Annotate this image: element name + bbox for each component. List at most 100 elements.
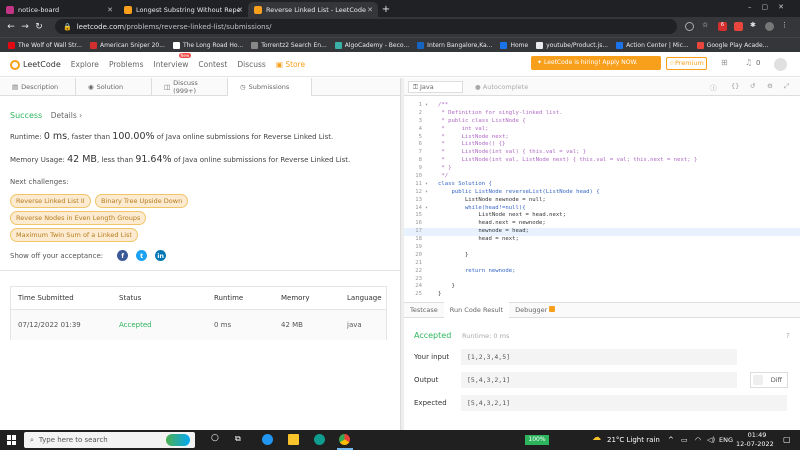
code-line[interactable]: 24 } — [404, 283, 800, 291]
extension-icon[interactable] — [734, 22, 743, 31]
challenge-tag[interactable]: Maximum Twin Sum of a Linked List — [10, 228, 138, 242]
profile-avatar[interactable] — [765, 22, 774, 31]
table-header[interactable]: Status — [119, 287, 141, 309]
linkedin-icon[interactable]: in — [155, 250, 167, 261]
code-line[interactable]: 3 * public class ListNode { — [404, 118, 800, 126]
diff-toggle[interactable]: Diff — [750, 372, 788, 388]
leetcode-logo[interactable]: LeetCode — [23, 60, 61, 69]
bookmark[interactable]: The Wolf of Wall Str... — [8, 41, 82, 49]
code-line[interactable]: 11 ▾ class Solution { — [404, 181, 800, 189]
language-select[interactable]: ⚿ Java — [408, 80, 463, 93]
user-avatar[interactable] — [774, 58, 787, 71]
language-indicator[interactable]: ENG — [719, 436, 733, 444]
code-line[interactable]: 18 head = next; — [404, 236, 800, 244]
fold-arrow-icon[interactable]: ▾ — [425, 205, 428, 213]
table-header[interactable]: Time Submitted — [18, 287, 74, 309]
nav-interview[interactable]: Interview New — [154, 53, 192, 69]
share-icon[interactable] — [685, 22, 694, 31]
bookmark[interactable]: Action Center | Mic... — [616, 41, 689, 49]
search-highlight-icon[interactable] — [166, 434, 190, 446]
extension-icons[interactable]: ☆ 6 ✱ ⋮ — [685, 21, 795, 32]
bookmark[interactable]: The Long Road Ho... — [172, 41, 243, 49]
autocomplete-toggle[interactable]: ● Autocomplete — [475, 83, 528, 91]
nav-problems[interactable]: Problems — [109, 60, 144, 69]
reload-icon[interactable]: ↻ — [32, 22, 46, 32]
network-icon[interactable]: ▭ — [681, 436, 688, 444]
fold-arrow-icon[interactable]: ▾ — [425, 102, 428, 110]
code-line[interactable]: 19 — [404, 244, 800, 252]
nav-store[interactable]: ▣ Store — [276, 60, 305, 69]
reset-icon[interactable]: ↺ — [750, 82, 755, 90]
star-icon[interactable]: ☆ — [702, 21, 708, 29]
tab-testcase[interactable]: Testcase — [404, 302, 444, 318]
tab-description[interactable]: ▤ Description — [0, 77, 76, 96]
task-view-icon[interactable]: ⧉ — [235, 434, 246, 445]
table-header[interactable]: Language — [347, 287, 382, 309]
code-line[interactable]: 2 * Definition for singly-linked list. — [404, 110, 800, 118]
weather-text[interactable]: 21°C Light rain — [607, 436, 660, 444]
fold-arrow-icon[interactable]: ▾ — [425, 181, 428, 189]
premium-button[interactable]: ☆Premium — [666, 57, 707, 70]
wifi-icon[interactable]: ◠ — [695, 436, 701, 444]
puzzle-icon[interactable]: ✱ — [750, 21, 756, 29]
puzzle-icon[interactable]: ⊞ — [721, 58, 728, 67]
forward-icon[interactable]: → — [18, 22, 32, 32]
tab-debugger[interactable]: Debugger — [509, 302, 561, 318]
leetcode-logo-icon[interactable] — [10, 59, 20, 70]
code-line[interactable]: 4 * int val; — [404, 126, 800, 134]
code-line[interactable]: 5 * ListNode next; — [404, 134, 800, 142]
bookmark[interactable]: youtube/Product.js... — [536, 41, 608, 49]
cortana-icon[interactable]: ○ — [211, 433, 222, 444]
hiring-banner[interactable]: ✦ LeetCode is hiring! Apply NOW. — [531, 56, 661, 70]
windows-start-icon[interactable] — [7, 435, 17, 445]
help-icon[interactable]: ? — [786, 332, 790, 340]
challenge-tag[interactable]: Reverse Nodes in Even Length Groups — [10, 211, 147, 225]
volume-icon[interactable]: ◁) — [707, 436, 715, 444]
back-icon[interactable]: ← — [4, 22, 18, 32]
challenge-tag[interactable]: Binary Tree Upside Down — [94, 194, 189, 208]
info-icon[interactable]: ⓘ — [710, 82, 717, 92]
settings-icon[interactable]: ⚙ — [767, 82, 773, 90]
browser-tab-active[interactable]: Reverse Linked List - LeetCode ✕ — [248, 2, 378, 17]
browser-tab[interactable]: notice-board ✕ — [0, 2, 118, 17]
bell-icon[interactable]: ♫ — [745, 58, 752, 67]
bookmark[interactable]: Home — [500, 41, 528, 49]
window-controls[interactable]: –▢✕ — [748, 3, 794, 11]
fullscreen-icon[interactable]: ⤢ — [784, 82, 789, 91]
code-line[interactable]: 17 newnode = head; — [404, 228, 800, 237]
extension-icon[interactable]: 6 — [718, 22, 727, 31]
edge-browser-icon[interactable] — [314, 434, 325, 445]
chrome-icon[interactable] — [339, 434, 350, 445]
challenge-tag[interactable]: Reverse Linked List II — [10, 194, 91, 208]
code-line[interactable]: 21 — [404, 260, 800, 268]
taskbar-search[interactable]: ⌕ Type here to search — [24, 432, 195, 448]
code-line[interactable]: 8 * ListNode(int val, ListNode next) { t… — [404, 157, 800, 165]
twitter-icon[interactable]: t — [136, 250, 148, 261]
bookmark[interactable]: AlgoCademy - Beco... — [334, 41, 409, 49]
nav-discuss[interactable]: Discuss — [237, 60, 265, 69]
code-line[interactable]: 25} — [404, 291, 800, 299]
code-line[interactable]: 6 * ListNode() {} — [404, 141, 800, 149]
code-line[interactable]: 1 ▾ /** — [404, 102, 800, 110]
clock-time[interactable]: 01:49 — [744, 431, 770, 439]
menu-icon[interactable]: ⋮ — [781, 21, 788, 29]
tab-submissions[interactable]: ◷ Submissions — [228, 77, 312, 96]
code-line[interactable]: 12 ▾ public ListNode reverseList(ListNode… — [404, 189, 800, 197]
nav-contest[interactable]: Contest — [198, 60, 227, 69]
code-line[interactable]: 22 return newnode; — [404, 268, 800, 276]
nav-explore[interactable]: Explore — [71, 60, 99, 69]
code-editor[interactable]: 1 ▾/** 2 * Definition for singly-linked li… — [404, 96, 800, 302]
code-line[interactable]: 14 ▾ while(head!=null){ — [404, 205, 800, 213]
tab-solution[interactable]: ◉ Solution — [76, 77, 152, 96]
bookmark[interactable]: Intern Bangalore,Ka... — [417, 41, 492, 49]
tray-chevron-icon[interactable]: ^ — [668, 436, 674, 444]
browser-tab[interactable]: Longest Substring Without Repe ✕ — [118, 2, 248, 17]
code-line[interactable]: 16 head.next = newnode; — [404, 220, 800, 228]
close-icon[interactable]: ✕ — [237, 6, 243, 14]
tab-discuss[interactable]: ◫ Discuss (999+) — [152, 77, 228, 96]
status-link[interactable]: Accepted — [119, 309, 152, 341]
code-line[interactable]: 9 * } — [404, 165, 800, 173]
table-header[interactable]: Memory — [281, 287, 309, 309]
new-tab-button[interactable]: + — [378, 2, 394, 17]
tab-run-result[interactable]: Run Code Result — [443, 302, 510, 318]
